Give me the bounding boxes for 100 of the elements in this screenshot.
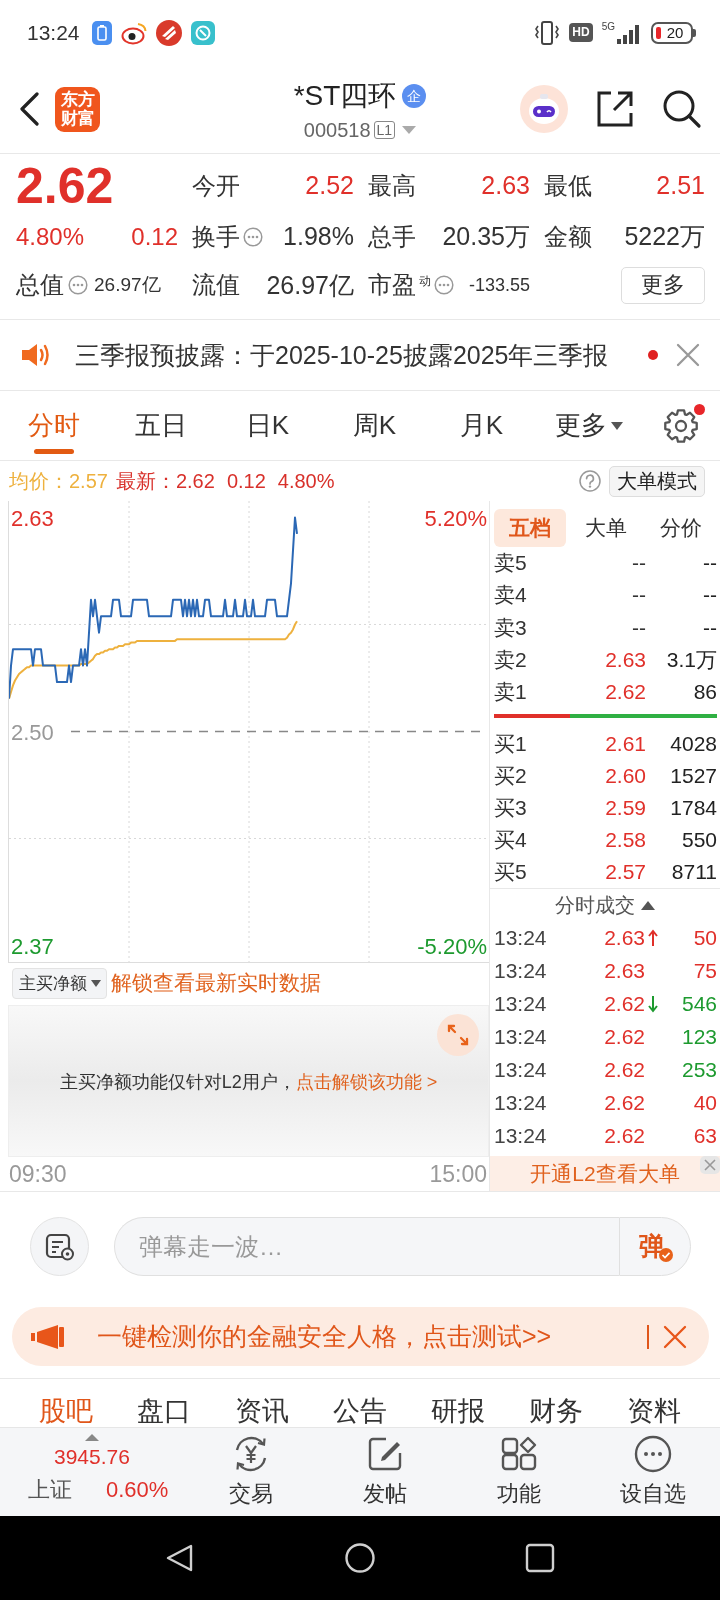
- notice-text[interactable]: 三季报预披露：于2025-10-25披露2025年三季报: [75, 338, 640, 372]
- grid-icon: [500, 1435, 538, 1473]
- stat-label: 换手: [192, 221, 240, 252]
- share-icon[interactable]: [595, 89, 635, 129]
- index-change[interactable]: 0.60%: [106, 1474, 169, 1506]
- order-level-label: 卖5: [494, 550, 528, 577]
- section-tab[interactable]: 财务: [507, 1396, 605, 1427]
- section-tab[interactable]: 公告: [311, 1396, 409, 1427]
- chart-period-tab[interactable]: 五日: [107, 391, 214, 460]
- comment-input-field[interactable]: 弹幕走一波…: [114, 1217, 619, 1276]
- chart-period-tab[interactable]: 日K: [214, 391, 321, 460]
- section-tab[interactable]: 资讯: [213, 1396, 311, 1427]
- stat-value: 5222万: [624, 221, 705, 252]
- stat-label: 总值: [16, 270, 64, 300]
- last-price: 2.62: [16, 159, 115, 212]
- price-axis-label: 2.63: [11, 505, 54, 531]
- nav-back-icon[interactable]: [165, 1543, 195, 1573]
- stat-value: -133.55: [468, 274, 530, 296]
- nav-home-icon[interactable]: [345, 1543, 375, 1573]
- caret-down-icon: [91, 979, 101, 987]
- order-volume: 8711: [670, 860, 717, 885]
- back-icon[interactable]: [18, 92, 40, 126]
- ellipsis-circle-icon[interactable]: [243, 226, 263, 247]
- net-buy-dropdown[interactable]: 主买净额: [12, 967, 107, 999]
- section-tab[interactable]: 资料: [605, 1396, 703, 1427]
- settings-icon[interactable]: [663, 407, 699, 444]
- order-level-label: 买4: [494, 827, 528, 854]
- trade-price: 2.62: [603, 1025, 645, 1049]
- trade-volume: 40: [692, 1091, 717, 1115]
- order-volume: 1784: [669, 796, 717, 821]
- stat-value: 2.51: [656, 171, 705, 200]
- order-level-label: 买5: [494, 859, 528, 886]
- trade-price: 2.63: [603, 959, 645, 983]
- chart-period-tab[interactable]: 周K: [321, 391, 428, 460]
- order-level-label: 卖2: [494, 647, 528, 674]
- order-level-label: 买3: [494, 795, 528, 822]
- close-icon[interactable]: [663, 1324, 687, 1349]
- trades-title[interactable]: 分时成交: [555, 892, 635, 919]
- trade-volume: 123: [680, 1025, 717, 1049]
- stat-value: 20.35万: [442, 221, 530, 252]
- trade-button[interactable]: 交易: [184, 1428, 318, 1516]
- trade-time: 13:24: [494, 1058, 548, 1082]
- locked-feature-message: 主买净额功能仅针对L2用户，点击解锁该功能 >: [59, 1071, 438, 1094]
- nav-recents-icon[interactable]: [525, 1543, 555, 1573]
- close-icon[interactable]: [676, 343, 700, 367]
- caret-up-icon[interactable]: [641, 901, 655, 910]
- megaphone-icon: [31, 1323, 65, 1350]
- index-name[interactable]: 上证: [28, 1474, 72, 1506]
- order-level-label: 卖1: [494, 679, 528, 706]
- help-icon[interactable]: [579, 470, 601, 492]
- stat-label: 总手: [368, 221, 416, 252]
- ellipsis-circle-icon[interactable]: [434, 275, 454, 295]
- chart-period-tab[interactable]: 分时: [0, 391, 107, 460]
- ellipsis-circle-icon[interactable]: [68, 275, 88, 295]
- change-percent: 4.80%: [16, 222, 85, 251]
- search-icon[interactable]: [662, 89, 702, 129]
- order-level-label: 买1: [494, 731, 528, 758]
- more-button[interactable]: 更多: [621, 266, 705, 304]
- order-volume: 3.1万: [665, 647, 717, 674]
- order-level-label: 卖4: [494, 582, 528, 609]
- trade-volume: 63: [692, 1124, 717, 1148]
- stat-label: 流值: [192, 270, 240, 300]
- caret-up-icon[interactable]: [85, 1434, 99, 1441]
- eye-swirl-icon: [120, 20, 147, 45]
- trade-price: 2.62: [603, 1058, 645, 1082]
- big-order-mode-button[interactable]: 大单模式: [609, 465, 705, 497]
- percent-axis-label: 5.20%: [424, 505, 487, 531]
- functions-button[interactable]: 功能: [452, 1428, 586, 1516]
- trade-time: 13:24: [494, 992, 548, 1016]
- section-tab[interactable]: 盘口: [115, 1396, 213, 1427]
- stat-label: 最高: [368, 170, 416, 201]
- section-tab[interactable]: 研报: [409, 1396, 507, 1427]
- trade-volume: 75: [692, 959, 717, 983]
- signal-icon: [616, 23, 642, 44]
- stock-title: *ST四环: [293, 80, 397, 112]
- arrow-up-icon: [648, 929, 658, 947]
- order-level-label: 买2: [494, 763, 528, 790]
- chart-period-tab[interactable]: 更多: [535, 391, 642, 460]
- index-value[interactable]: 3945.76: [54, 1444, 184, 1470]
- order-price: 2.58: [604, 828, 646, 853]
- stat-value: 26.97亿: [266, 269, 354, 301]
- network-type: 5G: [601, 21, 615, 32]
- level-tag: L1: [373, 121, 396, 139]
- section-tab[interactable]: 股吧: [17, 1396, 115, 1427]
- trade-volume: 253: [680, 1058, 717, 1082]
- order-book-tab[interactable]: 分价: [645, 509, 717, 547]
- add-watchlist-button[interactable]: 设自选: [586, 1428, 720, 1516]
- stat-value: 2.52: [305, 171, 354, 200]
- trade-price: 2.63: [603, 926, 645, 950]
- stat-label: 金额: [544, 221, 592, 252]
- send-danmaku-button[interactable]: 弹: [619, 1217, 691, 1276]
- order-book-tab[interactable]: 大单: [569, 509, 642, 547]
- post-button[interactable]: 发帖: [318, 1428, 452, 1516]
- robot-avatar-icon[interactable]: [520, 85, 568, 133]
- trade-price: 2.62: [603, 1124, 645, 1148]
- expand-icon[interactable]: [437, 1014, 479, 1056]
- change-amount: 0.12: [131, 222, 178, 251]
- unlock-link[interactable]: 解锁查看最新实时数据: [111, 969, 321, 997]
- chart-period-tab[interactable]: 月K: [428, 391, 535, 460]
- order-price: 2.61: [604, 732, 646, 757]
